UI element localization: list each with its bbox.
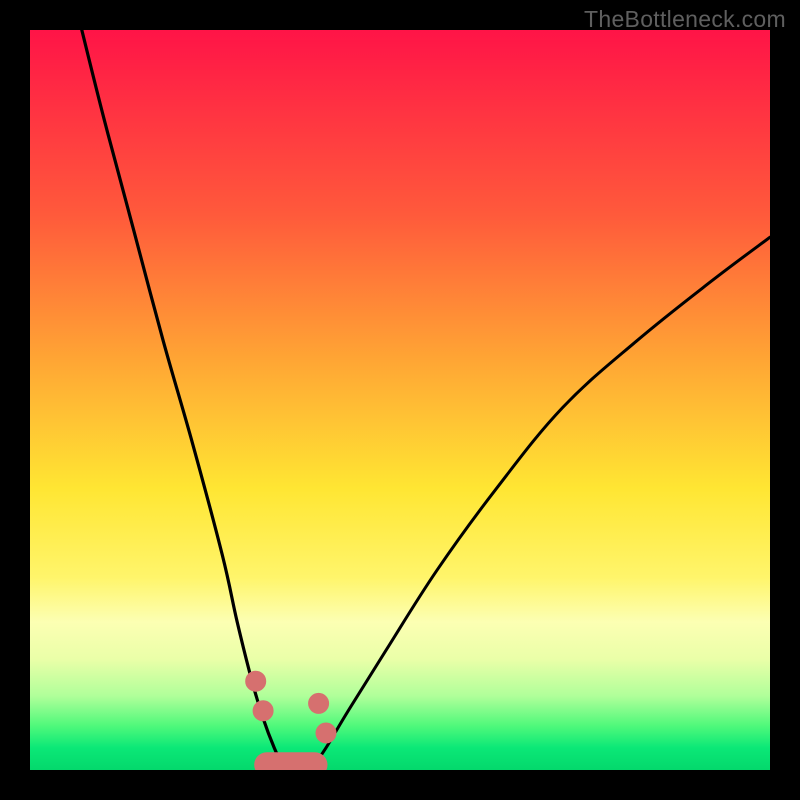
valley-marker-dot bbox=[316, 723, 336, 743]
valley-marker-dot bbox=[253, 701, 273, 721]
bottleneck-curve-right bbox=[304, 237, 770, 770]
chart-frame: TheBottleneck.com bbox=[0, 0, 800, 800]
chart-svg bbox=[30, 30, 770, 770]
bottleneck-curve-left bbox=[82, 30, 289, 770]
watermark-text: TheBottleneck.com bbox=[584, 6, 786, 33]
valley-marker-dot bbox=[246, 671, 266, 691]
valley-marker-dot bbox=[309, 693, 329, 713]
chart-plot-area bbox=[30, 30, 770, 770]
